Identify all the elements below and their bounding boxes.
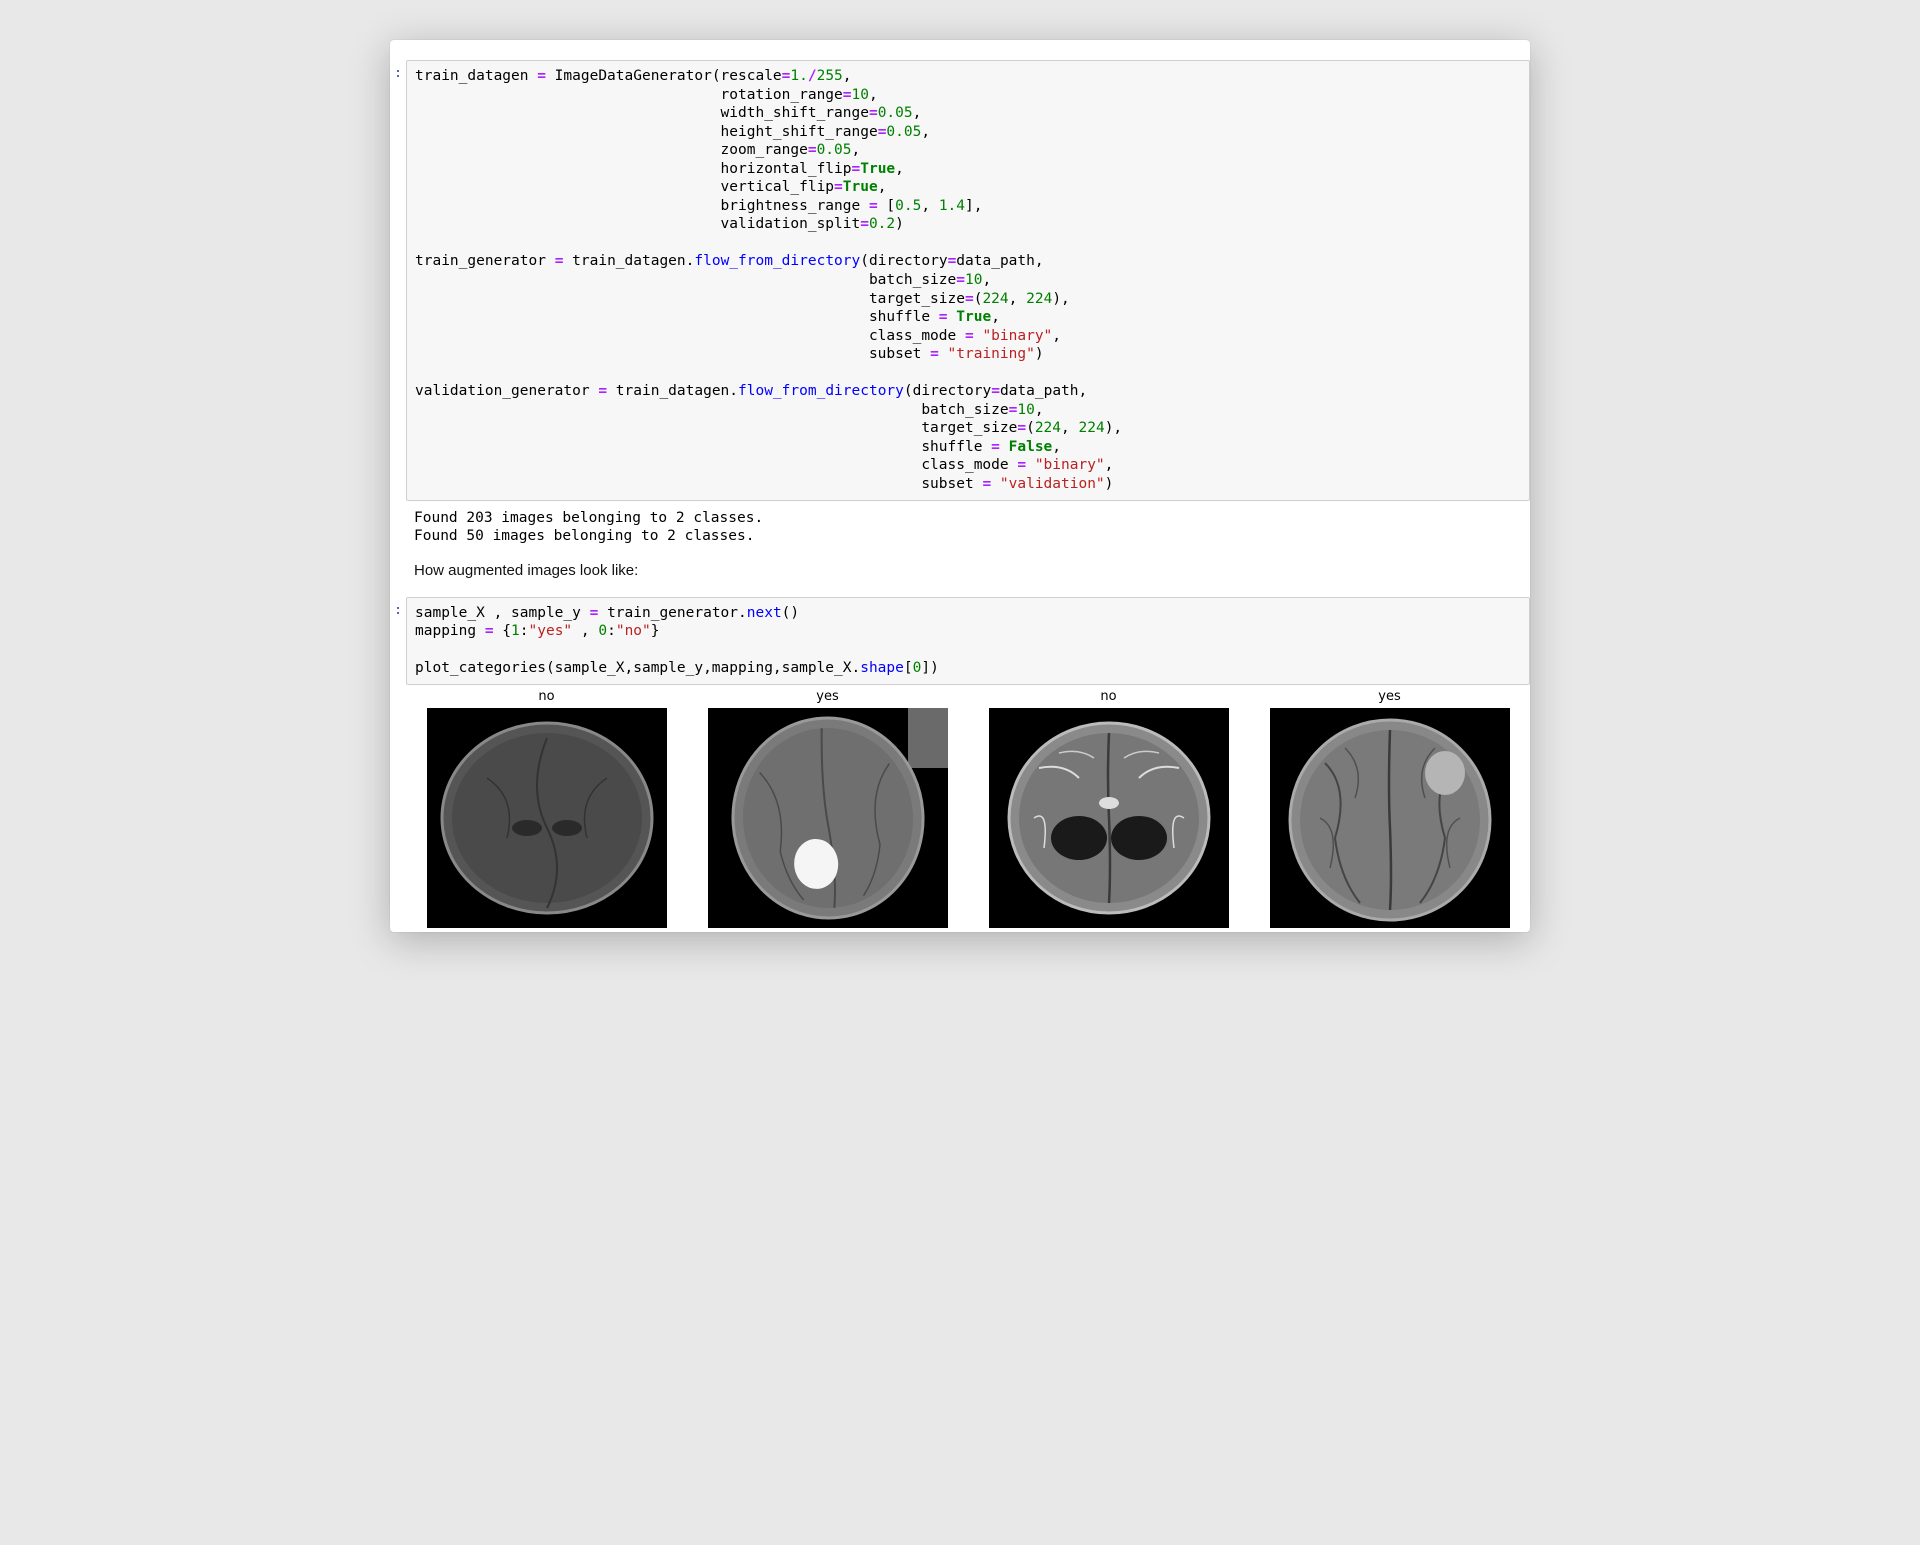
plot-image-2: yes	[697, 689, 958, 928]
code-cell-1[interactable]: : train_datagen = ImageDataGenerator(res…	[390, 60, 1530, 501]
plot-image-4: yes	[1259, 689, 1520, 928]
plot-title: yes	[1378, 689, 1400, 704]
brain-scan-image	[708, 708, 948, 928]
code-input-2[interactable]: sample_X , sample_y = train_generator.ne…	[406, 597, 1530, 685]
prompt-marker: :	[390, 597, 406, 685]
plot-title: yes	[816, 689, 838, 704]
output-cell-1: Found 203 images belonging to 2 classes.…	[390, 505, 1530, 550]
plot-image-1: no	[416, 689, 677, 928]
plot-image-3: no	[978, 689, 1239, 928]
brain-scan-image	[427, 708, 667, 928]
plot-title: no	[538, 689, 554, 704]
markdown-cell-1: How augmented images look like:	[390, 554, 1530, 593]
output-cell-2: no yes	[390, 689, 1530, 928]
notebook: : train_datagen = ImageDataGenerator(res…	[390, 40, 1530, 932]
brain-scan-image	[989, 708, 1229, 928]
prompt-marker: :	[390, 60, 406, 501]
stdout-output-1: Found 203 images belonging to 2 classes.…	[406, 505, 1530, 550]
code-input-1[interactable]: train_datagen = ImageDataGenerator(resca…	[406, 60, 1530, 501]
brain-scan-image	[1270, 708, 1510, 928]
markdown-text: How augmented images look like:	[406, 554, 1530, 593]
plot-title: no	[1100, 689, 1116, 704]
image-grid: no yes	[406, 689, 1530, 928]
code-cell-2[interactable]: : sample_X , sample_y = train_generator.…	[390, 597, 1530, 685]
